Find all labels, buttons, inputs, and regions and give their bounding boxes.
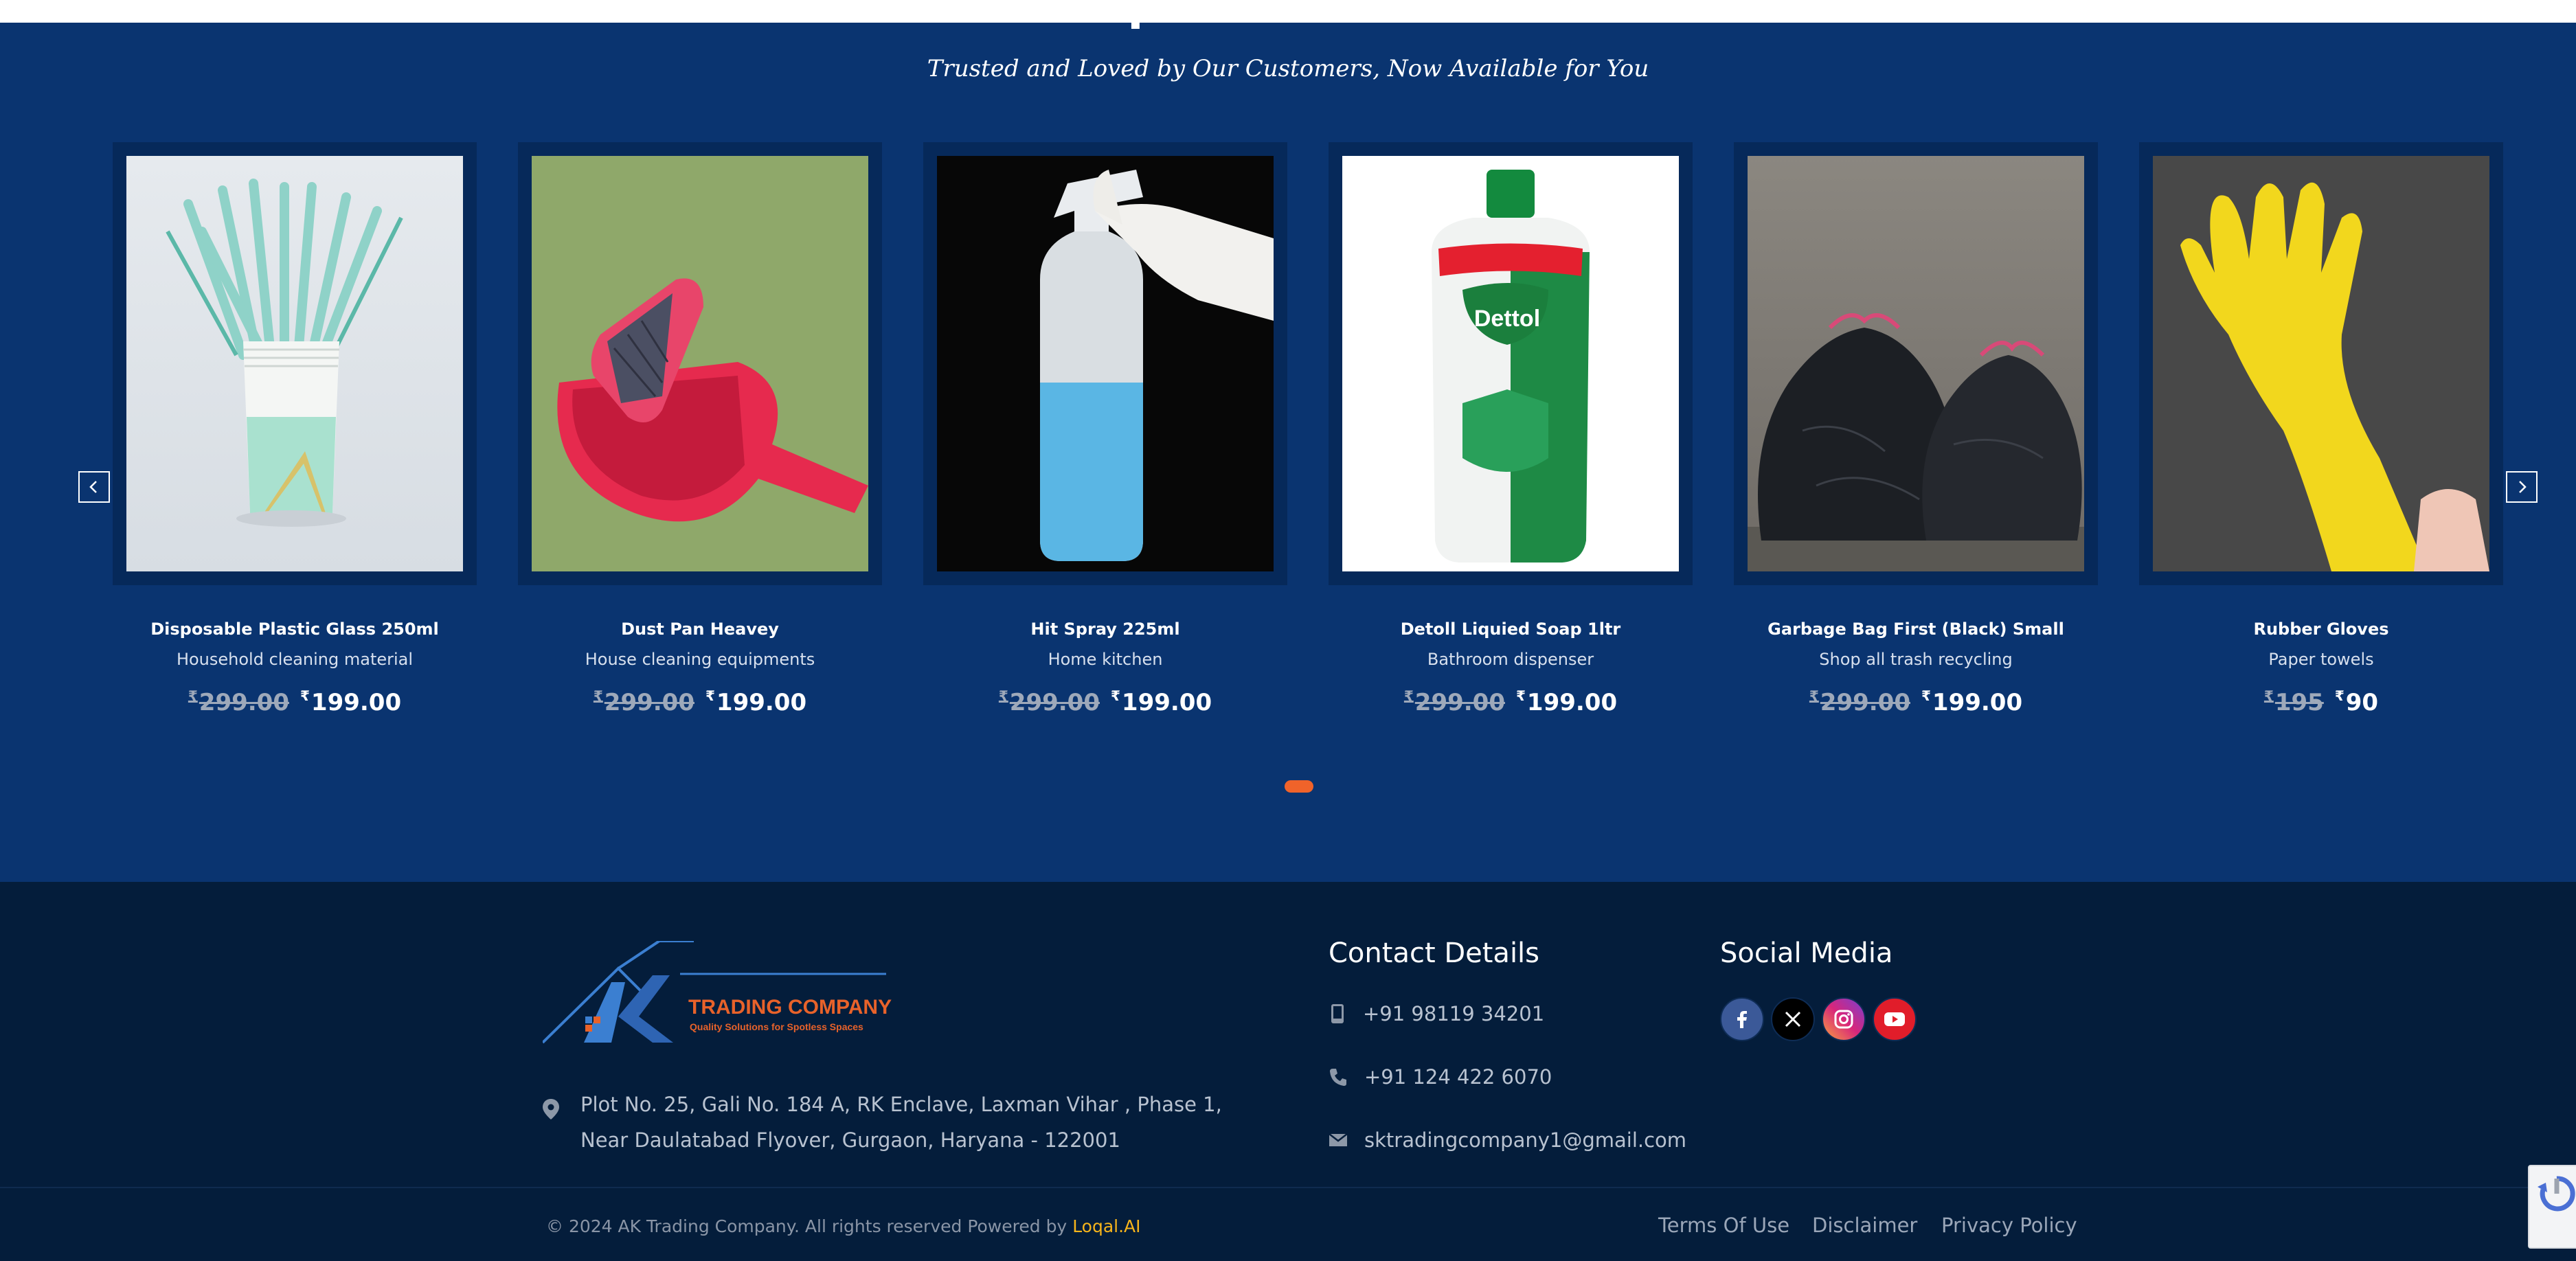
product-card[interactable]: Hit Spray 225ml Home kitchen ₹299.00 ₹199… [923, 142, 1287, 718]
privacy-policy-link[interactable]: Privacy Policy [1941, 1212, 2077, 1239]
contact-phone[interactable]: +91 124 422 6070 [1329, 1063, 1552, 1091]
footer-divider [0, 1187, 2576, 1188]
original-price: ₹299.00 [593, 688, 694, 716]
instagram-button[interactable] [1822, 997, 1866, 1041]
youtube-icon [1884, 1012, 1905, 1026]
product-image-frame[interactable] [1734, 142, 2098, 585]
svg-text:TRADING COMPANY: TRADING COMPANY [688, 996, 892, 1019]
recaptcha-icon [2538, 1176, 2575, 1212]
product-image[interactable] [937, 156, 1274, 571]
svg-text:Dettol: Dettol [1474, 306, 1540, 332]
product-name[interactable]: Garbage Bag First (Black) Small [1734, 617, 2098, 641]
product-name[interactable]: Rubber Gloves [2139, 617, 2503, 641]
product-image-frame[interactable] [2139, 142, 2503, 585]
sale-price: ₹90 [2334, 688, 2379, 716]
carousel-dot-active[interactable] [1285, 780, 1313, 793]
product-card[interactable]: Disposable Plastic Glass 250ml Household… [113, 142, 477, 718]
contact-mobile[interactable]: +91 98119 34201 [1329, 1000, 1544, 1027]
product-card[interactable]: Dust Pan Heavey House cleaning equipment… [518, 142, 882, 718]
product-description: Shop all trash recycling [1819, 650, 2013, 669]
product-name[interactable]: Disposable Plastic Glass 250ml [113, 617, 477, 641]
terms-link[interactable]: Terms Of Use [1658, 1212, 1789, 1239]
original-price: ₹195 [2263, 688, 2324, 716]
product-description: House cleaning equipments [585, 650, 815, 669]
product-name[interactable]: Hit Spray 225ml [923, 617, 1287, 641]
contact-email[interactable]: sktradingcompany1@gmail.com [1329, 1126, 1686, 1154]
x-twitter-button[interactable] [1771, 997, 1815, 1041]
facebook-icon [1737, 1011, 1747, 1028]
header-bar [0, 0, 2576, 23]
phone-icon [1330, 1069, 1346, 1086]
sale-price: ₹199.00 [1111, 688, 1212, 716]
product-image-frame[interactable]: Dettol [1329, 142, 1693, 585]
product-price: ₹299.00 ₹199.00 [1734, 681, 2098, 718]
product-description: Home kitchen [1048, 650, 1163, 669]
sale-price: ₹199.00 [705, 688, 807, 716]
svg-text:Quality Solutions for Spotless: Quality Solutions for Spotless Spaces [690, 1021, 863, 1032]
popular-products-section: Popular Products Trusted and Loved by Ou… [0, 0, 2576, 882]
carousel-prev-button[interactable] [78, 471, 110, 503]
phone-number[interactable]: +91 124 422 6070 [1364, 1063, 1552, 1091]
instagram-icon [1834, 1010, 1853, 1029]
product-card[interactable]: Dettol Detoll Liquied Soap 1ltr Bathroom… [1329, 142, 1693, 718]
x-twitter-icon [1785, 1011, 1801, 1027]
product-name[interactable]: Detoll Liquied Soap 1ltr [1329, 617, 1693, 641]
sale-price: ₹199.00 [300, 688, 402, 716]
product-price: ₹299.00 ₹199.00 [518, 681, 882, 718]
sale-price: ₹199.00 [1921, 688, 2023, 716]
map-pin-icon [543, 1099, 559, 1122]
product-description: Paper towels [2268, 650, 2374, 669]
product-price: ₹195 ₹90 [2139, 681, 2503, 718]
original-price: ₹299.00 [1809, 688, 1910, 716]
chevron-right-icon [2519, 481, 2527, 493]
product-image[interactable] [126, 156, 463, 571]
company-address: Plot No. 25, Gali No. 184 A, RK Enclave,… [580, 1087, 1222, 1158]
social-media-heading: Social Media [1720, 938, 1893, 969]
site-footer: TRADING COMPANY Quality Solutions for Sp… [0, 882, 2576, 1261]
original-price: ₹299.00 [1403, 688, 1505, 716]
product-card[interactable]: Rubber Gloves Paper towels ₹195 ₹90 [2139, 142, 2503, 718]
product-image[interactable] [532, 156, 868, 571]
product-price: ₹299.00 ₹199.00 [923, 681, 1287, 718]
email-address[interactable]: sktradingcompany1@gmail.com [1364, 1126, 1686, 1154]
product-description: Bathroom dispenser [1427, 650, 1594, 669]
youtube-button[interactable] [1873, 997, 1917, 1041]
product-image[interactable]: Dettol [1342, 156, 1679, 571]
sale-price: ₹199.00 [1516, 688, 1618, 716]
carousel-next-button[interactable] [2506, 471, 2538, 503]
product-image[interactable] [1748, 156, 2084, 571]
mobile-phone-icon [1331, 1004, 1344, 1023]
address-line-2: Near Daulatabad Flyover, Gurgaon, Haryan… [580, 1128, 1120, 1152]
contact-details-heading: Contact Details [1329, 938, 1540, 969]
original-price: ₹299.00 [998, 688, 1100, 716]
product-name[interactable]: Dust Pan Heavey [518, 617, 882, 641]
powered-by-link[interactable]: Loqal.AI [1072, 1216, 1140, 1236]
product-image-frame[interactable] [113, 142, 477, 585]
company-logo[interactable]: TRADING COMPANY Quality Solutions for Sp… [541, 940, 893, 1045]
facebook-button[interactable] [1720, 997, 1764, 1041]
copyright-text: © 2024 AK Trading Company. All rights re… [546, 1214, 1141, 1239]
address-line-1: Plot No. 25, Gali No. 184 A, RK Enclave,… [580, 1093, 1222, 1116]
envelope-icon [1329, 1133, 1348, 1146]
product-description: Household cleaning material [176, 650, 414, 669]
product-price: ₹299.00 ₹199.00 [113, 681, 477, 718]
original-price: ₹299.00 [188, 688, 289, 716]
product-image-frame[interactable] [923, 142, 1287, 585]
disclaimer-link[interactable]: Disclaimer [1812, 1212, 1917, 1239]
mobile-number[interactable]: +91 98119 34201 [1363, 1000, 1544, 1027]
product-card[interactable]: Garbage Bag First (Black) Small Shop all… [1734, 142, 2098, 718]
section-subtitle: Trusted and Loved by Our Customers, Now … [927, 55, 1649, 82]
product-image-frame[interactable] [518, 142, 882, 585]
recaptcha-badge[interactable] [2528, 1165, 2576, 1249]
product-image[interactable] [2153, 156, 2489, 571]
product-price: ₹299.00 ₹199.00 [1329, 681, 1693, 718]
chevron-left-icon [89, 481, 97, 493]
copyright-label: © 2024 AK Trading Company. All rights re… [546, 1216, 1067, 1236]
